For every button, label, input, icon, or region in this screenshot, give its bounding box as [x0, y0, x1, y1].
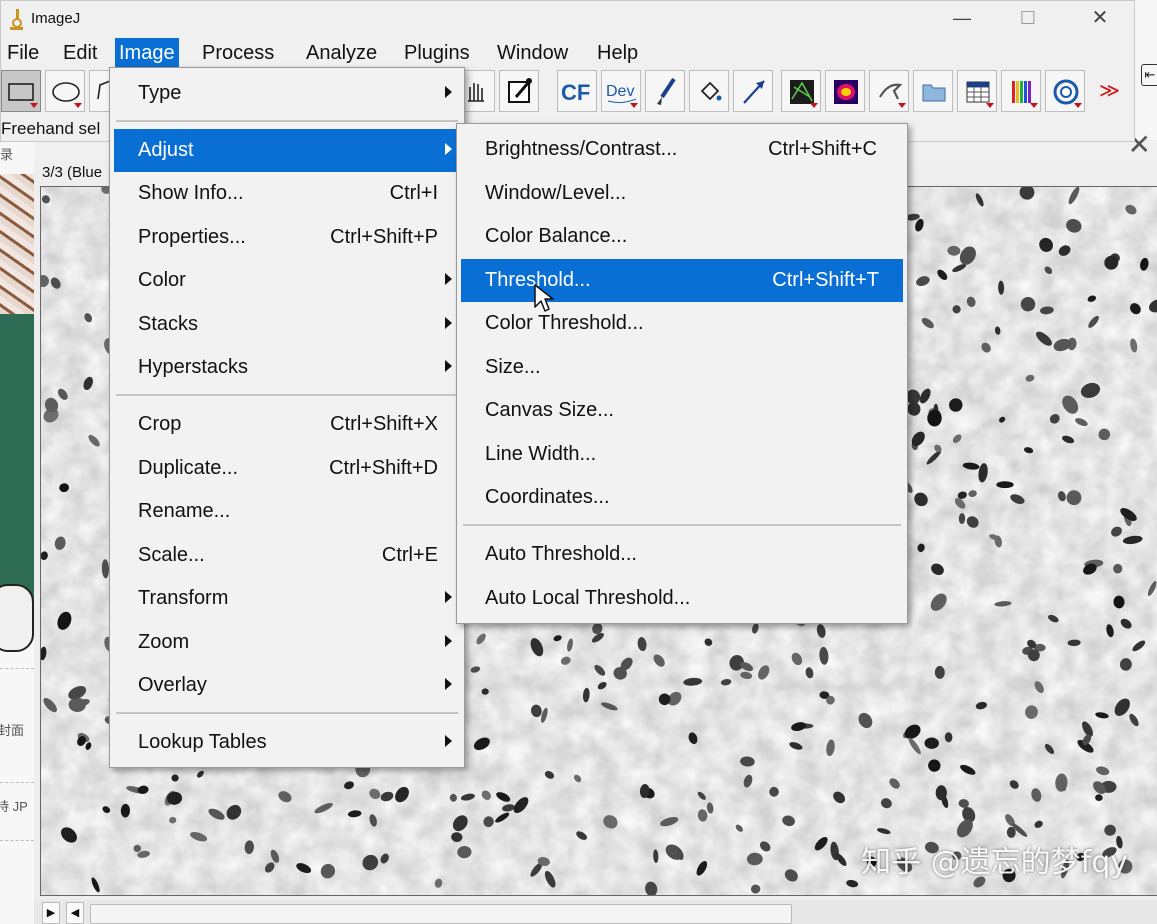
rectangle-tool-icon[interactable] [1, 70, 41, 112]
play-icon[interactable]: ▶ [42, 902, 60, 924]
flood-fill-tool-icon[interactable] [689, 70, 729, 112]
dev-tool-icon[interactable]: Dev [601, 70, 641, 112]
submenu-arrow-icon [445, 360, 452, 372]
menu-item-color[interactable]: Color [114, 259, 460, 302]
cf-tool-icon[interactable]: CF [557, 70, 597, 112]
menu-item-line-width[interactable]: Line Width... [461, 433, 903, 476]
close-button[interactable]: ✕ [1085, 5, 1115, 31]
cell-nucleus [996, 481, 1014, 489]
submenu-arrow-icon [445, 678, 452, 690]
menu-item-scale[interactable]: Scale... Ctrl+E [114, 534, 460, 577]
menu-item-properties[interactable]: Properties... Ctrl+Shift+P [114, 216, 460, 259]
submenu-arrow-icon [445, 86, 452, 98]
menu-item-threshold[interactable]: Threshold... Ctrl+Shift+T [461, 259, 903, 302]
submenu-arrow-icon [445, 317, 452, 329]
oval-tool-icon[interactable] [45, 70, 85, 112]
submenu-arrow-icon [445, 143, 452, 155]
menu-item-zoom[interactable]: Zoom [114, 621, 460, 664]
menu-window[interactable]: Window [493, 38, 572, 68]
watermark-text: 知乎 @遗忘的梦fqy [861, 845, 1128, 880]
heatmap-tool-icon[interactable] [825, 70, 865, 112]
minimize-button[interactable]: — [947, 5, 977, 31]
menu-analyze[interactable]: Analyze [302, 38, 381, 68]
image-info-text: 3/3 (Blue [42, 164, 103, 181]
menubar: File Edit Image Process Analyze Plugins … [1, 38, 1134, 68]
submenu-arrow-icon [445, 735, 452, 747]
menu-item-color-threshold[interactable]: Color Threshold... [461, 302, 903, 345]
brush-tool-icon[interactable] [645, 70, 685, 112]
scroll-left-icon[interactable]: ◀ [66, 902, 84, 924]
menu-item-auto-local-threshold[interactable]: Auto Local Threshold... [461, 577, 903, 620]
svg-text:≫: ≫ [1099, 78, 1120, 102]
menu-item-stacks[interactable]: Stacks [114, 303, 460, 346]
menu-item-overlay[interactable]: Overlay [114, 664, 460, 707]
menu-item-hyperstacks[interactable]: Hyperstacks [114, 346, 460, 389]
lut-tool-icon[interactable] [1001, 70, 1041, 112]
menu-plugins[interactable]: Plugins [400, 38, 474, 68]
microscope-icon [7, 7, 25, 36]
background-window-right: ⇤ [1135, 0, 1157, 140]
window-title: ImageJ [31, 10, 81, 27]
color-picker-tool-icon[interactable] [499, 70, 539, 112]
menu-item-lookup-tables[interactable]: Lookup Tables [114, 721, 460, 764]
menu-item-auto-threshold[interactable]: Auto Threshold... [461, 533, 903, 576]
mouse-pointer-icon [533, 283, 555, 318]
menu-item-crop[interactable]: Crop Ctrl+Shift+X [114, 403, 460, 446]
background-text: 封面 [0, 723, 25, 738]
more-tools-button[interactable]: ≫ [1089, 70, 1129, 112]
menu-item-type[interactable]: Type [114, 72, 460, 115]
submenu-arrow-icon [445, 591, 452, 603]
folder-tool-icon[interactable] [913, 70, 953, 112]
scroll-thumb[interactable] [90, 904, 792, 924]
menu-item-size[interactable]: Size... [461, 346, 903, 389]
menu-item-brightness-contrast[interactable]: Brightness/Contrast... Ctrl+Shift+C [461, 128, 903, 171]
table-tool-icon[interactable] [957, 70, 997, 112]
stamp-tool-icon[interactable] [869, 70, 909, 112]
segmentation-tool-icon[interactable] [781, 70, 821, 112]
submenu-arrow-icon [445, 635, 452, 647]
horizontal-scrollbar[interactable]: ▶ ◀ [34, 900, 1157, 924]
background-text: 持 JP [0, 799, 28, 814]
menu-item-show-info[interactable]: Show Info... Ctrl+I [114, 172, 460, 215]
background-text: 录 [0, 147, 14, 162]
adjust-submenu: Brightness/Contrast... Ctrl+Shift+C Windo… [456, 123, 908, 624]
svg-text:Dev: Dev [606, 83, 634, 100]
menu-item-transform[interactable]: Transform [114, 577, 460, 620]
menu-item-canvas-size[interactable]: Canvas Size... [461, 389, 903, 432]
menu-item-window-level[interactable]: Window/Level... [461, 172, 903, 215]
arrow-tool-icon[interactable] [733, 70, 773, 112]
refresh-tool-icon[interactable] [1045, 70, 1085, 112]
background-window-sidebar: 录 封面 持 JP [0, 140, 35, 924]
menu-help[interactable]: Help [593, 38, 642, 68]
menu-item-color-balance[interactable]: Color Balance... [461, 215, 903, 258]
exit-icon[interactable]: ⇤ [1141, 64, 1157, 86]
menu-edit[interactable]: Edit [59, 38, 101, 68]
submenu-arrow-icon [445, 273, 452, 285]
menu-item-adjust[interactable]: Adjust [114, 129, 460, 172]
menu-item-duplicate[interactable]: Duplicate... Ctrl+Shift+D [114, 447, 460, 490]
background-thumbnail [0, 174, 34, 314]
image-menu-dropdown: Type Adjust Show Info... Ctrl+I Propertie… [109, 67, 465, 768]
svg-text:CF: CF [561, 80, 590, 105]
menu-item-coordinates[interactable]: Coordinates... [461, 476, 903, 519]
maximize-button[interactable]: ☐ [1013, 5, 1043, 31]
menu-file[interactable]: File [3, 38, 43, 68]
background-green-panel [0, 314, 34, 652]
status-bar-text: Freehand sel [1, 119, 101, 138]
menu-image[interactable]: Image [115, 38, 179, 68]
menu-item-rename[interactable]: Rename... [114, 490, 460, 533]
menu-process[interactable]: Process [198, 38, 278, 68]
